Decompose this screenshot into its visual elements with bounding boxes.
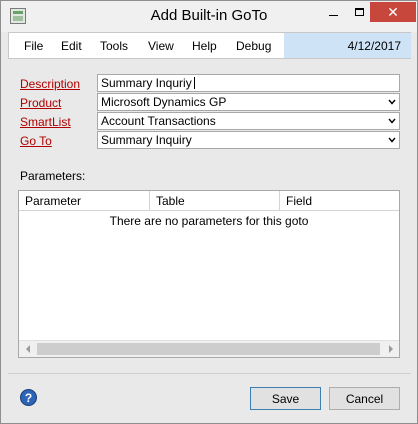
product-value: Microsoft Dynamics GP bbox=[101, 95, 227, 109]
close-icon: ✕ bbox=[387, 3, 399, 20]
menu-help[interactable]: Help bbox=[192, 39, 217, 53]
minimize-button[interactable] bbox=[320, 2, 346, 22]
scroll-right-button[interactable] bbox=[382, 341, 399, 357]
maximize-icon bbox=[354, 8, 364, 16]
description-field[interactable]: Summary Inquriy bbox=[97, 74, 400, 92]
chevron-down-icon bbox=[388, 118, 396, 124]
minimize-icon bbox=[328, 14, 338, 16]
grid-header: Parameter Table Field bbox=[19, 191, 399, 211]
arrow-right-icon bbox=[388, 345, 393, 353]
maximize-button[interactable] bbox=[346, 2, 372, 22]
close-button[interactable]: ✕ bbox=[370, 2, 416, 22]
menu-view[interactable]: View bbox=[148, 39, 174, 53]
menu-tools[interactable]: Tools bbox=[100, 39, 128, 53]
chevron-down-icon bbox=[388, 99, 396, 105]
menu-file[interactable]: File bbox=[24, 39, 43, 53]
goto-dropdown[interactable]: Summary Inquiry bbox=[97, 131, 400, 149]
empty-grid-message: There are no parameters for this goto bbox=[109, 214, 309, 228]
smartlist-dropdown[interactable]: Account Transactions bbox=[97, 112, 400, 130]
horizontal-scrollbar[interactable] bbox=[19, 340, 399, 357]
parameters-label: Parameters: bbox=[20, 169, 86, 183]
text-cursor bbox=[194, 77, 195, 89]
user-date[interactable]: 4/12/2017 bbox=[348, 39, 401, 53]
product-dropdown[interactable]: Microsoft Dynamics GP bbox=[97, 93, 400, 111]
scroll-left-button[interactable] bbox=[19, 341, 36, 357]
goto-label[interactable]: Go To bbox=[20, 134, 52, 148]
save-button[interactable]: Save bbox=[250, 387, 321, 410]
description-label[interactable]: Description bbox=[20, 77, 80, 91]
chevron-down-icon bbox=[388, 137, 396, 143]
help-icon: ? bbox=[24, 390, 33, 405]
smartlist-value: Account Transactions bbox=[101, 114, 216, 128]
menu-debug[interactable]: Debug bbox=[236, 39, 271, 53]
add-builtin-goto-window: Add Built-in GoTo ✕ File Edit Tools View… bbox=[0, 0, 418, 424]
cancel-button[interactable]: Cancel bbox=[329, 387, 400, 410]
smartlist-label[interactable]: SmartList bbox=[20, 115, 71, 129]
product-label[interactable]: Product bbox=[20, 96, 61, 110]
menu-edit[interactable]: Edit bbox=[61, 39, 82, 53]
date-panel: 4/12/2017 bbox=[284, 33, 411, 58]
column-header-field[interactable]: Field bbox=[280, 191, 312, 211]
column-header-parameter[interactable]: Parameter bbox=[19, 191, 81, 211]
goto-value: Summary Inquiry bbox=[101, 133, 192, 147]
menu-bar: File Edit Tools View Help Debug 4/12/201… bbox=[8, 32, 411, 59]
description-value: Summary Inquriy bbox=[101, 76, 192, 90]
arrow-left-icon bbox=[25, 345, 30, 353]
parameters-grid[interactable]: Parameter Table Field There are no param… bbox=[18, 190, 400, 358]
help-button[interactable]: ? bbox=[20, 389, 37, 406]
column-header-table[interactable]: Table bbox=[150, 191, 185, 211]
title-bar: Add Built-in GoTo ✕ bbox=[1, 1, 417, 32]
scrollbar-thumb[interactable] bbox=[37, 343, 380, 355]
footer-divider bbox=[8, 373, 411, 374]
